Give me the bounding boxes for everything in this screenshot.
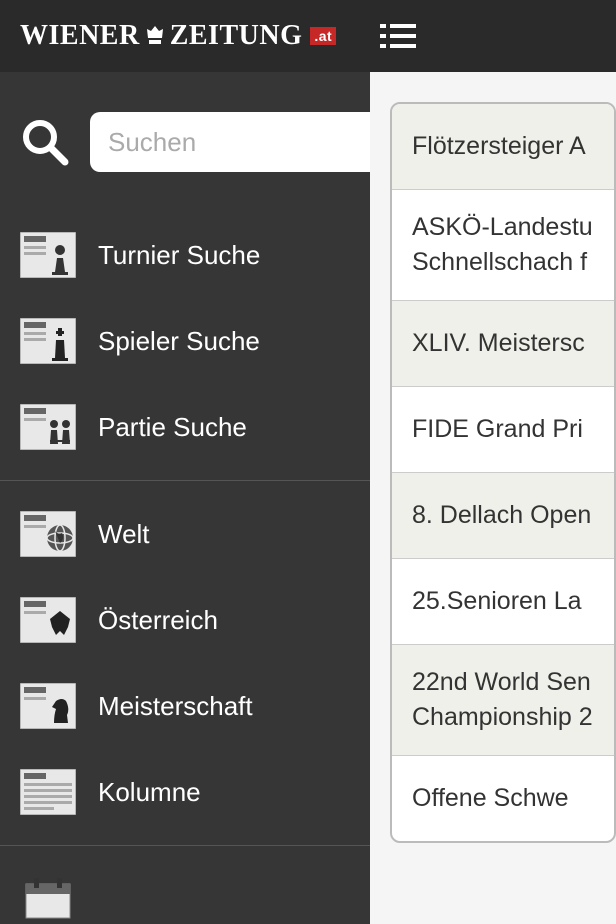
sidebar-item-label: Spieler Suche [98,326,260,357]
nav-group-search: Turnier Suche Spieler Suche [0,202,370,481]
list-item[interactable]: XLIV. Meistersc [392,301,614,387]
list-item[interactable]: 25.Senioren La [392,559,614,645]
chess-players-news-icon [20,404,76,450]
sidebar-item-kolumne[interactable]: Kolumne [0,749,370,835]
nav-group-categories: Welt Österreich [0,481,370,846]
chess-king-news-icon [20,318,76,364]
search-row [0,97,370,202]
logo-emblem-icon [143,24,167,48]
list-item[interactable]: 22nd World Sen Championship 2 [392,645,614,756]
sidebar-item-label: Partie Suche [98,412,247,443]
sidebar-item-spieler-suche[interactable]: Spieler Suche [0,298,370,384]
logo-badge: .at [310,27,336,45]
sidebar-item-label: Meisterschaft [98,691,253,722]
nav-group-bottom [0,846,370,924]
eagle-news-icon [20,597,76,643]
chess-knight-news-icon [20,683,76,729]
sidebar-item-label: Österreich [98,605,218,636]
content-wrapper: Turnier Suche Spieler Suche [0,72,616,924]
logo: WIENER ZEITUNG .at [20,20,336,52]
list-item[interactable]: 8. Dellach Open [392,473,614,559]
list-item[interactable]: ASKÖ-Landestu Schnellschach f [392,190,614,301]
logo-text-2: ZEITUNG [170,20,303,52]
sidebar-item-welt[interactable]: Welt [0,491,370,577]
list-item-text: 22nd World Sen Championship 2 [412,668,593,731]
list-item-text: ASKÖ-Landestu Schnellschach f [412,213,593,276]
sidebar-item-label: Turnier Suche [98,240,260,271]
sidebar-item-label: Welt [98,519,150,550]
sidebar-item-label: Kolumne [98,777,201,808]
list-item[interactable]: Offene Schwe [392,756,614,841]
sidebar-item-oesterreich[interactable]: Österreich [0,577,370,663]
sidebar-item-partie-suche[interactable]: Partie Suche [0,384,370,470]
sidebar-item-turnier-suche[interactable]: Turnier Suche [0,212,370,298]
globe-news-icon [20,511,76,557]
app-header: WIENER ZEITUNG .at [0,0,616,72]
list-item[interactable]: Flötzersteiger A [392,104,614,190]
logo-text-1: WIENER [20,20,140,52]
list-item[interactable]: FIDE Grand Pri [392,387,614,473]
main-content: Flötzersteiger A ASKÖ-Landestu Schnellsc… [370,72,616,924]
menu-toggle-button[interactable] [380,22,416,55]
newspaper-icon [20,769,76,815]
search-icon [20,117,70,167]
sidebar-item-meisterschaft[interactable]: Meisterschaft [0,663,370,749]
sidebar: Turnier Suche Spieler Suche [0,72,370,924]
tournament-list: Flötzersteiger A ASKÖ-Landestu Schnellsc… [390,102,616,843]
chess-pawn-news-icon [20,232,76,278]
sidebar-item-calendar[interactable] [0,856,370,922]
calendar-icon [20,876,76,922]
search-input[interactable] [90,112,370,172]
